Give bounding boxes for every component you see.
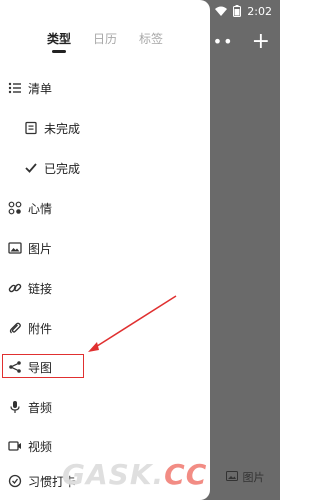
add-button[interactable]: +	[252, 31, 270, 53]
menu-item-label: 图片	[28, 241, 53, 256]
menu-item-label: 心情	[28, 201, 53, 216]
menu-item-links[interactable]: 链接	[0, 275, 210, 301]
check-icon	[24, 161, 38, 175]
tab-type[interactable]: 类型	[47, 30, 71, 53]
mic-icon	[8, 400, 22, 414]
navigation-drawer: 类型 日历 标签 清单 未完成 已完成 心情 图片 链接 附件 导图 音频 视频…	[0, 0, 210, 500]
habit-icon	[8, 474, 22, 488]
menu-item-completed[interactable]: 已完成	[0, 155, 210, 181]
tab-tags[interactable]: 标签	[139, 30, 163, 53]
menu-item-audio[interactable]: 音频	[0, 394, 210, 420]
tab-calendar[interactable]: 日历	[93, 30, 117, 53]
mood-icon	[8, 201, 22, 215]
background-toolbar: ••• +	[202, 28, 280, 56]
menu-item-label: 未完成	[44, 121, 81, 136]
battery-icon	[233, 5, 242, 17]
bottom-image-label[interactable]: 图片	[243, 469, 265, 485]
image-icon	[225, 470, 238, 484]
video-icon	[8, 439, 22, 453]
menu-item-label: 链接	[28, 281, 53, 296]
menu-item-label: 音频	[28, 400, 53, 415]
menu-item-images[interactable]: 图片	[0, 235, 210, 261]
wifi-icon	[215, 6, 228, 16]
status-time: 2:02	[247, 4, 272, 18]
menu-item-label: 已完成	[44, 161, 81, 176]
menu-item-label: 视频	[28, 439, 53, 454]
menu-item-checklist[interactable]: 清单	[0, 75, 210, 101]
menu-item-label: 清单	[28, 81, 53, 96]
attachment-icon	[8, 321, 22, 335]
image-icon	[8, 241, 22, 255]
menu-item-mood[interactable]: 心情	[0, 195, 210, 221]
menu-item-label: 附件	[28, 321, 53, 336]
menu-item-video[interactable]: 视频	[0, 433, 210, 459]
unfinished-icon	[24, 121, 38, 135]
drawer-tabs: 类型 日历 标签	[0, 30, 210, 60]
menu-item-attachments[interactable]: 附件	[0, 315, 210, 341]
background-bottom-bar: 图片	[210, 454, 280, 500]
list-icon	[8, 81, 22, 95]
watermark-logo: GASK.CC	[62, 458, 208, 491]
menu-item-unfinished[interactable]: 未完成	[0, 115, 210, 141]
link-icon	[8, 281, 22, 295]
annotation-highlight-box	[2, 354, 84, 378]
status-bar: 2:02	[210, 0, 280, 22]
